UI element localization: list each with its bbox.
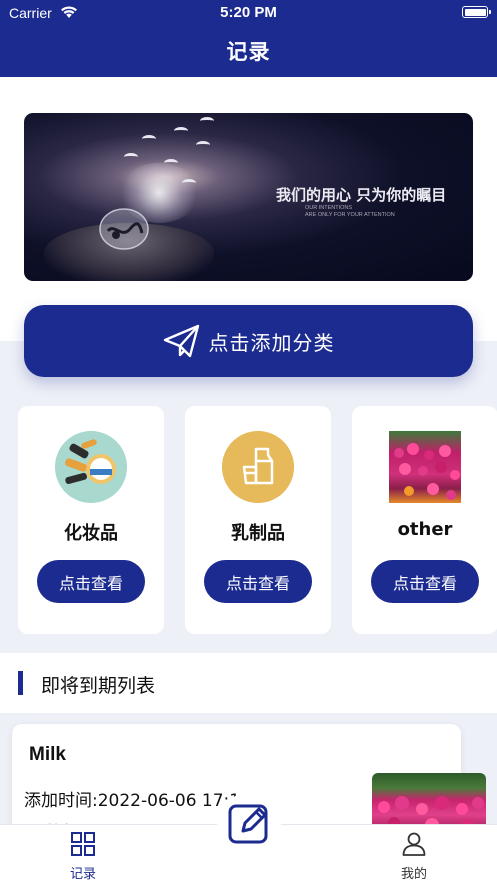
add-category-button[interactable]: 点击添加分类 xyxy=(24,305,473,377)
item-added-time: 添加时间:2022-06-06 17:19 xyxy=(24,791,251,811)
item-name: Milk xyxy=(29,744,66,765)
bird-icon xyxy=(182,179,196,187)
status-time: 5:20 PM xyxy=(220,4,277,21)
flower-photo xyxy=(389,431,461,503)
glass-orb-icon xyxy=(99,208,149,250)
page-title: 记录 xyxy=(226,40,271,64)
milk-icon xyxy=(222,431,294,503)
bird-icon xyxy=(196,141,210,149)
category-title: 化妆品 xyxy=(64,523,118,544)
category-title: other xyxy=(397,519,453,540)
paper-plane-icon xyxy=(163,324,199,358)
tab-mine[interactable]: 我的 xyxy=(384,831,444,882)
bird-icon xyxy=(124,153,138,161)
view-category-button[interactable]: 点击查看 xyxy=(204,560,312,603)
banner-subtitle-line: ARE ONLY FOR YOUR ATTENTION xyxy=(305,212,395,218)
user-icon xyxy=(402,832,426,856)
grid-icon xyxy=(71,832,95,856)
bird-icon xyxy=(174,127,188,135)
promo-banner[interactable]: 我们的用心 只为你的瞩目 OUR INTENTIONS ARE ONLY FOR… xyxy=(24,113,473,281)
status-bar: Carrier 5:20 PM xyxy=(0,0,497,26)
bird-icon xyxy=(164,159,178,167)
makeup-icon xyxy=(55,431,127,503)
banner-subtitle: OUR INTENTIONS ARE ONLY FOR YOUR ATTENTI… xyxy=(305,205,395,219)
add-category-label: 点击添加分类 xyxy=(208,330,335,355)
view-category-button[interactable]: 点击查看 xyxy=(37,560,145,603)
tab-label: 我的 xyxy=(400,867,427,882)
battery-icon xyxy=(462,6,491,18)
tab-label: 记录 xyxy=(69,867,96,882)
category-card-cosmetics[interactable]: 化妆品 点击查看 xyxy=(18,406,164,634)
section-title: 即将到期列表 xyxy=(41,675,156,697)
navigation-header: Carrier 5:20 PM 记录 xyxy=(0,0,497,77)
edit-icon xyxy=(228,804,268,844)
view-category-button[interactable]: 点击查看 xyxy=(371,560,479,603)
banner-headline: 我们的用心 只为你的瞩目 xyxy=(276,186,447,204)
category-title: 乳制品 xyxy=(231,523,285,544)
bird-icon xyxy=(200,117,214,125)
tab-records[interactable]: 记录 xyxy=(53,831,113,882)
banner-subtitle-line: OUR INTENTIONS xyxy=(305,205,353,211)
add-record-button[interactable] xyxy=(217,793,281,853)
section-accent-bar xyxy=(18,671,23,695)
bird-icon xyxy=(142,135,156,143)
category-card-dairy[interactable]: 乳制品 点击查看 xyxy=(185,406,331,634)
category-card-other[interactable]: other 点击查看 xyxy=(352,406,497,634)
expiring-section-header: 即将到期列表 xyxy=(0,653,497,713)
